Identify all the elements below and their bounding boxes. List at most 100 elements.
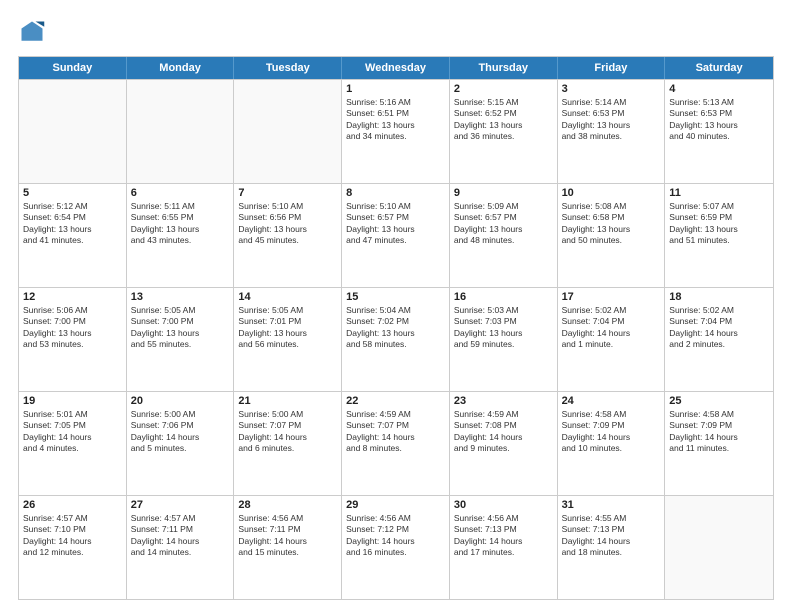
cell-text: Sunrise: 5:08 AMSunset: 6:58 PMDaylight:… bbox=[562, 201, 661, 247]
day-number: 9 bbox=[454, 187, 553, 199]
calendar-cell: 26 Sunrise: 4:57 AMSunset: 7:10 PMDayligh… bbox=[19, 496, 127, 599]
day-number: 2 bbox=[454, 83, 553, 95]
calendar-cell: 4 Sunrise: 5:13 AMSunset: 6:53 PMDaylight… bbox=[665, 80, 773, 183]
calendar-cell: 23 Sunrise: 4:59 AMSunset: 7:08 PMDayligh… bbox=[450, 392, 558, 495]
calendar-cell: 24 Sunrise: 4:58 AMSunset: 7:09 PMDayligh… bbox=[558, 392, 666, 495]
cell-text: Sunrise: 4:58 AMSunset: 7:09 PMDaylight:… bbox=[669, 409, 769, 455]
cell-text: Sunrise: 5:02 AMSunset: 7:04 PMDaylight:… bbox=[562, 305, 661, 351]
day-number: 16 bbox=[454, 291, 553, 303]
calendar-header-row: SundayMondayTuesdayWednesdayThursdayFrid… bbox=[19, 57, 773, 79]
calendar-cell: 11 Sunrise: 5:07 AMSunset: 6:59 PMDayligh… bbox=[665, 184, 773, 287]
header bbox=[18, 18, 774, 46]
day-number: 19 bbox=[23, 395, 122, 407]
day-number: 22 bbox=[346, 395, 445, 407]
cell-text: Sunrise: 5:10 AMSunset: 6:57 PMDaylight:… bbox=[346, 201, 445, 247]
calendar-cell bbox=[665, 496, 773, 599]
calendar-cell: 31Sunrise: 4:55 AMSunset: 7:13 PMDayligh… bbox=[558, 496, 666, 599]
calendar-cell: 5Sunrise: 5:12 AMSunset: 6:54 PMDaylight… bbox=[19, 184, 127, 287]
logo-icon bbox=[18, 18, 46, 46]
calendar-cell: 17 Sunrise: 5:02 AMSunset: 7:04 PMDayligh… bbox=[558, 288, 666, 391]
calendar-cell: 30 Sunrise: 4:56 AMSunset: 7:13 PMDayligh… bbox=[450, 496, 558, 599]
calendar-cell: 29 Sunrise: 4:56 AMSunset: 7:12 PMDayligh… bbox=[342, 496, 450, 599]
calendar-cell: 9 Sunrise: 5:09 AMSunset: 6:57 PMDaylight… bbox=[450, 184, 558, 287]
day-number: 30 bbox=[454, 499, 553, 511]
cell-text: Sunrise: 5:05 AMSunset: 7:00 PMDaylight:… bbox=[131, 305, 230, 351]
cell-text: Sunrise: 5:05 AMSunset: 7:01 PMDaylight:… bbox=[238, 305, 337, 351]
day-number: 5 bbox=[23, 187, 122, 199]
calendar-header-saturday: Saturday bbox=[665, 57, 773, 79]
calendar-cell: 8 Sunrise: 5:10 AMSunset: 6:57 PMDaylight… bbox=[342, 184, 450, 287]
cell-text: Sunrise: 4:56 AMSunset: 7:13 PMDaylight:… bbox=[454, 513, 553, 559]
day-number: 17 bbox=[562, 291, 661, 303]
day-number: 1 bbox=[346, 83, 445, 95]
cell-text: Sunrise: 4:56 AMSunset: 7:12 PMDaylight:… bbox=[346, 513, 445, 559]
calendar: SundayMondayTuesdayWednesdayThursdayFrid… bbox=[18, 56, 774, 600]
day-number: 10 bbox=[562, 187, 661, 199]
calendar-cell: 14 Sunrise: 5:05 AMSunset: 7:01 PMDayligh… bbox=[234, 288, 342, 391]
calendar-cell: 25 Sunrise: 4:58 AMSunset: 7:09 PMDayligh… bbox=[665, 392, 773, 495]
cell-text: Sunrise: 5:01 AMSunset: 7:05 PMDaylight:… bbox=[23, 409, 122, 455]
calendar-cell: 13 Sunrise: 5:05 AMSunset: 7:00 PMDayligh… bbox=[127, 288, 235, 391]
page: SundayMondayTuesdayWednesdayThursdayFrid… bbox=[0, 0, 792, 612]
cell-text: Sunrise: 5:09 AMSunset: 6:57 PMDaylight:… bbox=[454, 201, 553, 247]
cell-text: Sunrise: 5:07 AMSunset: 6:59 PMDaylight:… bbox=[669, 201, 769, 247]
cell-text: Sunrise: 5:10 AMSunset: 6:56 PMDaylight:… bbox=[238, 201, 337, 247]
cell-text: Sunrise: 4:57 AMSunset: 7:10 PMDaylight:… bbox=[23, 513, 122, 559]
day-number: 13 bbox=[131, 291, 230, 303]
cell-text: Sunrise: 5:15 AMSunset: 6:52 PMDaylight:… bbox=[454, 97, 553, 143]
calendar-header-thursday: Thursday bbox=[450, 57, 558, 79]
day-number: 15 bbox=[346, 291, 445, 303]
calendar-cell: 16Sunrise: 5:03 AMSunset: 7:03 PMDayligh… bbox=[450, 288, 558, 391]
day-number: 26 bbox=[23, 499, 122, 511]
calendar-cell: 6Sunrise: 5:11 AMSunset: 6:55 PMDaylight… bbox=[127, 184, 235, 287]
calendar-cell bbox=[234, 80, 342, 183]
day-number: 11 bbox=[669, 187, 769, 199]
cell-text: Sunrise: 5:14 AMSunset: 6:53 PMDaylight:… bbox=[562, 97, 661, 143]
cell-text: Sunrise: 4:58 AMSunset: 7:09 PMDaylight:… bbox=[562, 409, 661, 455]
calendar-cell: 10 Sunrise: 5:08 AMSunset: 6:58 PMDayligh… bbox=[558, 184, 666, 287]
calendar-cell: 1Sunrise: 5:16 AMSunset: 6:51 PMDaylight… bbox=[342, 80, 450, 183]
logo bbox=[18, 18, 50, 46]
day-number: 3 bbox=[562, 83, 661, 95]
day-number: 23 bbox=[454, 395, 553, 407]
calendar-cell: 19 Sunrise: 5:01 AMSunset: 7:05 PMDayligh… bbox=[19, 392, 127, 495]
calendar-cell: 27Sunrise: 4:57 AMSunset: 7:11 PMDayligh… bbox=[127, 496, 235, 599]
calendar-cell: 21 Sunrise: 5:00 AMSunset: 7:07 PMDayligh… bbox=[234, 392, 342, 495]
day-number: 12 bbox=[23, 291, 122, 303]
day-number: 4 bbox=[669, 83, 769, 95]
calendar-row-2: 12 Sunrise: 5:06 AMSunset: 7:00 PMDayligh… bbox=[19, 287, 773, 391]
day-number: 14 bbox=[238, 291, 337, 303]
cell-text: Sunrise: 5:13 AMSunset: 6:53 PMDaylight:… bbox=[669, 97, 769, 143]
day-number: 6 bbox=[131, 187, 230, 199]
calendar-body: 1Sunrise: 5:16 AMSunset: 6:51 PMDaylight… bbox=[19, 79, 773, 599]
calendar-cell: 22 Sunrise: 4:59 AMSunset: 7:07 PMDayligh… bbox=[342, 392, 450, 495]
cell-text: Sunrise: 5:00 AMSunset: 7:06 PMDaylight:… bbox=[131, 409, 230, 455]
calendar-cell: 2 Sunrise: 5:15 AMSunset: 6:52 PMDaylight… bbox=[450, 80, 558, 183]
day-number: 18 bbox=[669, 291, 769, 303]
calendar-row-1: 5Sunrise: 5:12 AMSunset: 6:54 PMDaylight… bbox=[19, 183, 773, 287]
cell-text: Sunrise: 5:06 AMSunset: 7:00 PMDaylight:… bbox=[23, 305, 122, 351]
day-number: 25 bbox=[669, 395, 769, 407]
calendar-cell: 15 Sunrise: 5:04 AMSunset: 7:02 PMDayligh… bbox=[342, 288, 450, 391]
cell-text: Sunrise: 5:04 AMSunset: 7:02 PMDaylight:… bbox=[346, 305, 445, 351]
cell-text: Sunrise: 5:00 AMSunset: 7:07 PMDaylight:… bbox=[238, 409, 337, 455]
day-number: 29 bbox=[346, 499, 445, 511]
day-number: 21 bbox=[238, 395, 337, 407]
day-number: 8 bbox=[346, 187, 445, 199]
day-number: 7 bbox=[238, 187, 337, 199]
cell-text: Sunrise: 4:56 AMSunset: 7:11 PMDaylight:… bbox=[238, 513, 337, 559]
calendar-cell: 7 Sunrise: 5:10 AMSunset: 6:56 PMDaylight… bbox=[234, 184, 342, 287]
cell-text: Sunrise: 4:57 AMSunset: 7:11 PMDaylight:… bbox=[131, 513, 230, 559]
day-number: 24 bbox=[562, 395, 661, 407]
calendar-row-3: 19 Sunrise: 5:01 AMSunset: 7:05 PMDayligh… bbox=[19, 391, 773, 495]
calendar-cell: 12 Sunrise: 5:06 AMSunset: 7:00 PMDayligh… bbox=[19, 288, 127, 391]
calendar-cell: 18 Sunrise: 5:02 AMSunset: 7:04 PMDayligh… bbox=[665, 288, 773, 391]
day-number: 20 bbox=[131, 395, 230, 407]
cell-text: Sunrise: 4:55 AMSunset: 7:13 PMDaylight:… bbox=[562, 513, 661, 559]
calendar-cell bbox=[19, 80, 127, 183]
cell-text: Sunrise: 5:02 AMSunset: 7:04 PMDaylight:… bbox=[669, 305, 769, 351]
cell-text: Sunrise: 4:59 AMSunset: 7:07 PMDaylight:… bbox=[346, 409, 445, 455]
calendar-header-monday: Monday bbox=[127, 57, 235, 79]
calendar-cell: 20 Sunrise: 5:00 AMSunset: 7:06 PMDayligh… bbox=[127, 392, 235, 495]
cell-text: Sunrise: 4:59 AMSunset: 7:08 PMDaylight:… bbox=[454, 409, 553, 455]
